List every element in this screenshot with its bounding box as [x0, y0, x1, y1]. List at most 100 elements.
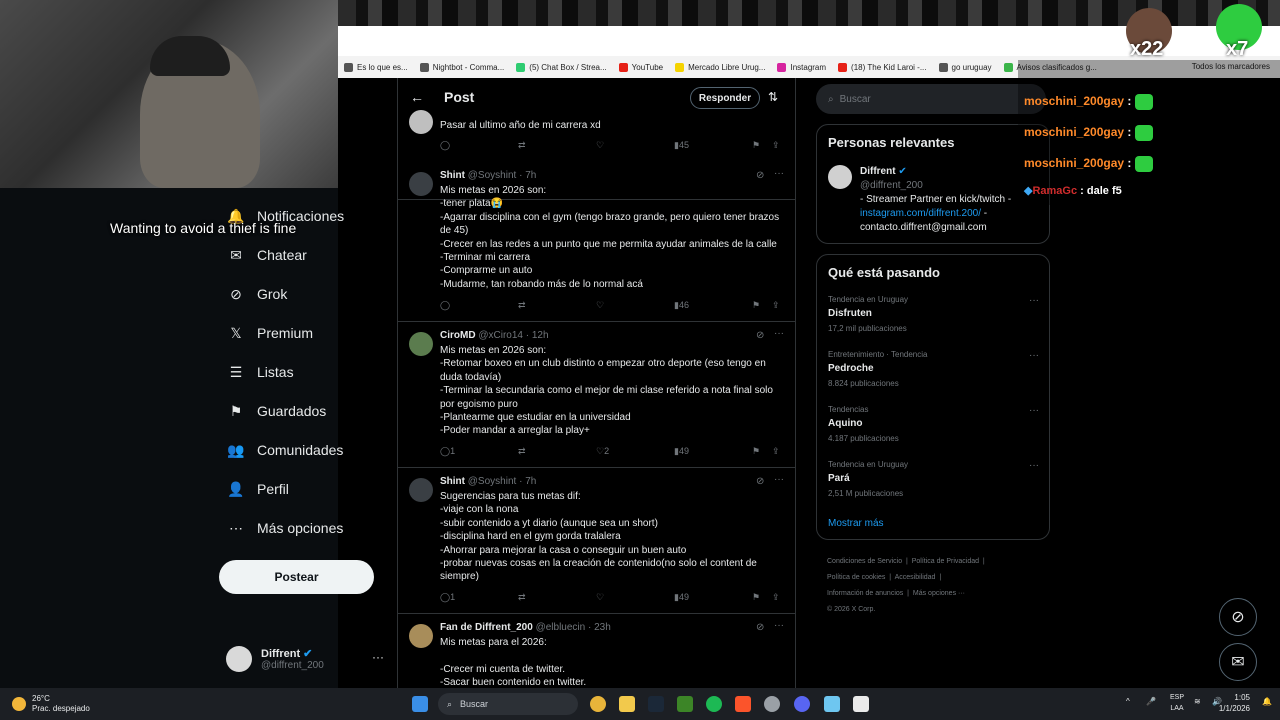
trend-item[interactable]: Entretenimiento · Tendencia Pedroche 8.8…	[828, 350, 1039, 388]
taskbar-search[interactable]: ⌕ Buscar	[438, 693, 578, 715]
views-icon[interactable]: ▮ 49	[674, 446, 689, 457]
feed-header: ← Post Responder ⇅	[398, 78, 795, 116]
retweet-icon[interactable]: ⇄	[518, 446, 526, 457]
bookmark-item[interactable]: Instagram	[777, 62, 826, 72]
mic-icon[interactable]: 🎤	[1146, 697, 1156, 706]
bookmark-item[interactable]: go uruguay	[938, 62, 992, 72]
notepad-icon[interactable]	[824, 696, 840, 712]
weather-widget[interactable]: 26°C Prac. despejado	[12, 694, 90, 714]
show-more-link[interactable]: Mostrar más	[828, 518, 884, 529]
reply-icon[interactable]: ◯ 1	[440, 446, 455, 457]
bookmark-item[interactable]: Nightbot - Comma...	[419, 62, 504, 72]
nav-mas-opciones[interactable]: ⋯ Más opciones	[228, 513, 343, 543]
more-icon[interactable]: ···	[1029, 295, 1039, 306]
obs-icon[interactable]	[764, 696, 780, 712]
bookmark-icon[interactable]: ⚑	[752, 592, 760, 603]
like-icon[interactable]: ♡ 2	[596, 446, 609, 457]
folder-icon[interactable]	[619, 696, 635, 712]
more-icon[interactable]: ···	[774, 328, 784, 339]
notifications-icon[interactable]: 🔔	[1262, 697, 1272, 706]
more-icon[interactable]: ···	[1029, 350, 1039, 361]
bookmark-item[interactable]: (5) Chat Box / Strea...	[516, 62, 607, 72]
more-icon[interactable]: ···	[372, 650, 384, 664]
chevron-up-icon[interactable]: ^	[1126, 697, 1130, 706]
reply-icon[interactable]: ◯ 1	[440, 592, 455, 603]
more-icon[interactable]: ···	[1029, 460, 1039, 471]
nav-listas[interactable]: ☰ Listas	[228, 357, 294, 387]
views-icon[interactable]: ▮ 49	[674, 592, 689, 603]
grok-icon[interactable]: ⊘	[756, 622, 764, 633]
post-button[interactable]: Postear	[219, 560, 374, 594]
bookmark-item[interactable]: Es lo que es...	[344, 62, 408, 72]
bio-link[interactable]: instagram.com/diffrent.200/	[860, 208, 981, 219]
capcut-icon[interactable]	[853, 696, 869, 712]
steam-icon[interactable]	[648, 696, 664, 712]
sliders-icon[interactable]: ⇅	[768, 90, 778, 104]
footer-link[interactable]: Política de Privacidad	[912, 558, 979, 565]
wifi-icon[interactable]: ≋	[1194, 697, 1201, 706]
share-icon[interactable]: ⇪	[772, 592, 780, 603]
nav-grok[interactable]: ⊘ Grok	[228, 279, 287, 309]
clock[interactable]: 1:05 1/1/2026	[1219, 692, 1250, 714]
bookmark-item[interactable]: YouTube	[618, 62, 663, 72]
chrome-icon[interactable]	[590, 696, 606, 712]
reply-button[interactable]: Responder	[690, 87, 760, 109]
account-switcher[interactable]: Diffrent ✔ @diffrent_200 ···	[226, 642, 386, 676]
bookmark-icon[interactable]: ⚑	[752, 446, 760, 457]
retweet-icon[interactable]: ⇄	[518, 140, 526, 151]
footer-link[interactable]: Condiciones de Servicio	[827, 558, 902, 565]
footer-link[interactable]: Información de anuncios	[827, 590, 903, 597]
tweet[interactable]: CiroMD @xCiro14 · 12h ⊘ ··· Mis metas en…	[398, 322, 795, 468]
more-icon[interactable]: ···	[1029, 405, 1039, 416]
nav-chatear[interactable]: ✉ Chatear	[228, 240, 307, 270]
like-icon[interactable]: ♡	[596, 140, 604, 151]
bookmark-item[interactable]: Mercado Libre Urug...	[675, 62, 765, 72]
back-arrow-icon[interactable]: ←	[410, 89, 424, 105]
views-icon[interactable]: ▮ 45	[674, 140, 689, 151]
messages-fab-button[interactable]: ✉	[1219, 643, 1257, 681]
grok-icon[interactable]: ⊘	[756, 476, 764, 487]
footer-link[interactable]: Accesibilidad	[895, 574, 936, 581]
tweet[interactable]: Shint @Soyshint · 7h ⊘ ··· Sugerencias p…	[398, 468, 795, 614]
bookmark-item[interactable]: (18) The Kid Laroi -...	[838, 62, 927, 72]
share-icon[interactable]: ⇪	[772, 446, 780, 457]
nav-guardados[interactable]: ⚑ Guardados	[228, 396, 327, 426]
views-icon[interactable]: ▮ 46	[674, 300, 689, 311]
xbox-icon[interactable]	[677, 696, 693, 712]
reply-icon[interactable]: ◯	[440, 300, 450, 311]
bookmark-icon[interactable]: ⚑	[752, 300, 760, 311]
trends-card: Qué está pasando Tendencia en Uruguay Di…	[816, 254, 1050, 540]
retweet-icon[interactable]: ⇄	[518, 300, 526, 311]
grok-icon[interactable]: ⊘	[756, 170, 764, 181]
like-icon[interactable]: ♡	[596, 592, 604, 603]
share-icon[interactable]: ⇪	[772, 140, 780, 151]
nav-premium[interactable]: 𝕏 Premium	[228, 318, 313, 348]
language-indicator[interactable]: ESP LAA	[1170, 692, 1184, 714]
tweet[interactable]: Shint @Soyshint · 7h ⊘ ··· Mis metas en …	[398, 162, 795, 322]
brave-icon[interactable]	[735, 696, 751, 712]
more-icon[interactable]: ···	[774, 620, 784, 631]
discord-icon[interactable]	[794, 696, 810, 712]
share-icon[interactable]: ⇪	[772, 300, 780, 311]
grok-icon[interactable]: ⊘	[756, 330, 764, 341]
like-icon[interactable]: ♡	[596, 300, 604, 311]
footer-link[interactable]: Política de cookies	[827, 574, 885, 581]
more-icon[interactable]: ···	[774, 474, 784, 485]
reply-icon[interactable]: ◯	[440, 140, 450, 151]
nav-comunidades[interactable]: 👥 Comunidades	[227, 435, 343, 465]
search-input[interactable]: ⌕ Buscar	[816, 84, 1046, 114]
youtube-icon	[618, 62, 628, 72]
trend-item[interactable]: Tendencia en Uruguay Pará 2,51 M publica…	[828, 460, 1039, 498]
trend-item[interactable]: Tendencias Aquino 4.187 publicaciones ··…	[828, 405, 1039, 443]
footer-link[interactable]: Más opciones ···	[913, 590, 965, 597]
trend-item[interactable]: Tendencia en Uruguay Disfruten 17,2 mil …	[828, 295, 1039, 333]
grok-fab-button[interactable]: ⊘	[1219, 598, 1257, 636]
windows-start-icon[interactable]	[412, 696, 428, 712]
spotify-icon[interactable]	[706, 696, 722, 712]
bookmark-icon[interactable]: ⚑	[752, 140, 760, 151]
search-icon: ⌕	[828, 93, 834, 105]
retweet-icon[interactable]: ⇄	[518, 592, 526, 603]
more-icon[interactable]: ···	[774, 168, 784, 179]
tweet[interactable]: Fan de Diffrent_200 @elbluecin · 23h ⊘ ·…	[398, 614, 795, 688]
nav-perfil[interactable]: 👤 Perfil	[227, 474, 289, 504]
